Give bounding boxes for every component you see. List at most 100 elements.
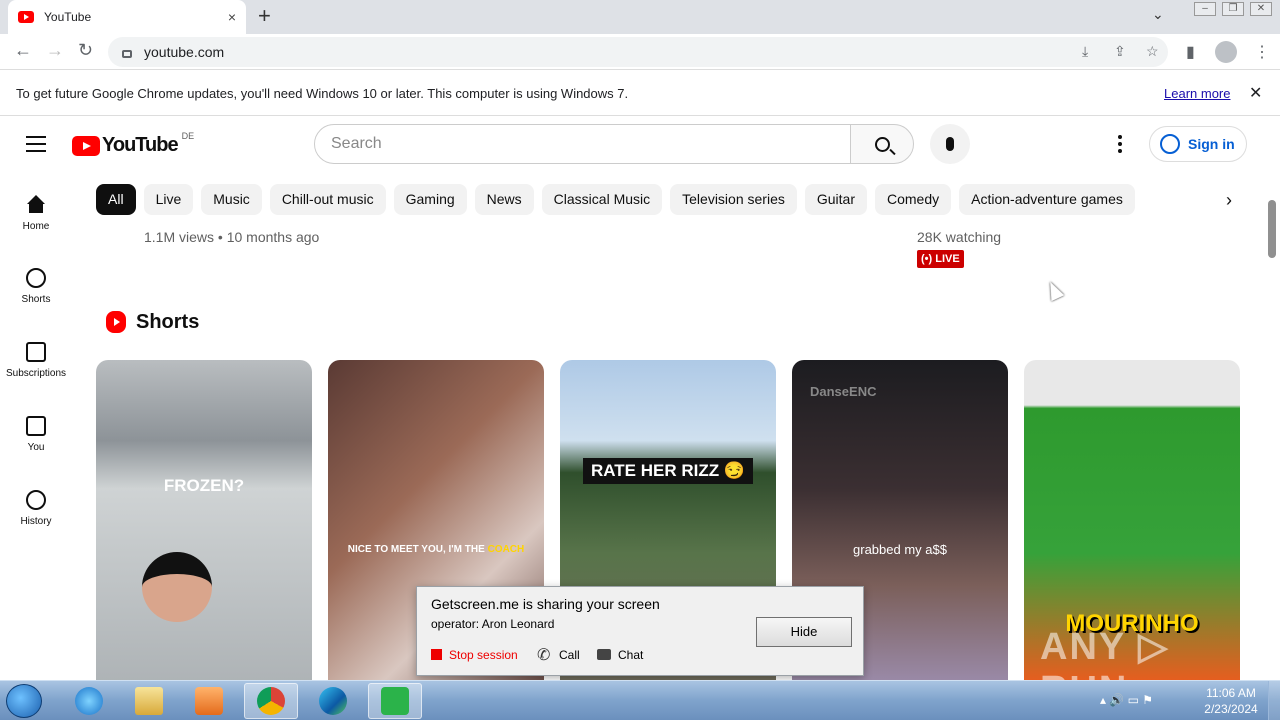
guide-history[interactable]: History [0, 490, 72, 527]
forward-icon[interactable]: → [46, 40, 64, 61]
window-controls: – ❐ ✕ [1194, 2, 1272, 16]
clock-time: 11:06 AM [1206, 686, 1256, 700]
new-tab-button[interactable]: + [258, 5, 271, 27]
short-thumbnail[interactable]: FROZEN? [96, 360, 312, 682]
tab-close-icon[interactable]: × [228, 9, 236, 25]
youtube-masthead: YouTube DE Search Sign in [0, 116, 1280, 172]
chip-television-series[interactable]: Television series [670, 184, 797, 215]
guide-shorts[interactable]: Shorts [0, 268, 72, 305]
guide-you[interactable]: You [0, 416, 72, 453]
profile-avatar-icon[interactable] [1215, 41, 1237, 63]
windows-taskbar: ▴ 🔊 ▭ ⚑ 11:06 AM 2/23/2024 [0, 680, 1280, 720]
chat-link[interactable]: Chat [618, 648, 643, 662]
chip-news[interactable]: News [474, 184, 534, 215]
hide-button[interactable]: Hide [756, 617, 852, 647]
side-panel-icon[interactable]: ▮ [1186, 42, 1195, 62]
chip-action-adventure-games[interactable]: Action-adventure games [959, 184, 1135, 215]
phone-icon[interactable]: ✆ [537, 645, 550, 665]
bookmark-star-icon[interactable]: ☆ [1146, 43, 1159, 60]
dialog-title: Getscreen.me is sharing your screen [431, 596, 660, 612]
video-meta: 1.1M views • 10 months ago [144, 229, 320, 245]
restore-button[interactable]: ❐ [1222, 2, 1244, 16]
chrome-icon [257, 687, 285, 715]
back-icon[interactable]: ← [14, 40, 32, 61]
chat-bubble-icon[interactable] [597, 649, 611, 660]
url-text: youtube.com [144, 44, 225, 60]
youtube-logo[interactable]: YouTube DE [72, 131, 194, 157]
search-button[interactable] [850, 124, 914, 164]
microphone-icon [946, 137, 954, 151]
folder-icon [135, 687, 163, 715]
swimmer-head [142, 552, 212, 622]
anyrun-watermark: ANY ▷ RUN [1040, 626, 1170, 682]
subscriptions-icon [26, 342, 46, 362]
settings-more-icon[interactable] [1118, 135, 1122, 156]
chrome-menu-icon[interactable]: ⋮ [1254, 42, 1270, 62]
guide-label: History [20, 516, 52, 527]
you-icon [26, 416, 46, 436]
taskbar-media-player[interactable] [182, 683, 236, 719]
window-close-button[interactable]: ✕ [1250, 2, 1272, 16]
guide-home[interactable]: Home [0, 195, 72, 232]
clock-date: 2/23/2024 [1204, 702, 1258, 716]
stop-session-link[interactable]: Stop session [449, 648, 518, 662]
learn-more-link[interactable]: Learn more [1164, 86, 1230, 101]
chip-music[interactable]: Music [201, 184, 262, 215]
taskbar-file-explorer[interactable] [122, 683, 176, 719]
call-link[interactable]: Call [559, 648, 580, 662]
live-badge-label: LIVE [935, 253, 960, 265]
taskbar-internet-explorer[interactable] [62, 683, 116, 719]
guide-subscriptions[interactable]: Subscriptions [0, 342, 72, 379]
short-caption: grabbed my a$$ [853, 542, 947, 557]
browser-tab-youtube[interactable]: YouTube × [8, 0, 246, 34]
chip-live[interactable]: Live [143, 184, 194, 215]
install-app-icon[interactable]: ⤓ [1082, 43, 1088, 60]
lock-icon[interactable] [122, 50, 132, 58]
voice-search-button[interactable] [930, 124, 970, 164]
address-bar[interactable]: youtube.com [108, 37, 1168, 67]
chip-guitar[interactable]: Guitar [804, 184, 867, 215]
page-scrollbar[interactable] [1268, 200, 1276, 258]
update-infobar: To get future Google Chrome updates, you… [0, 71, 1280, 116]
short-caption: RATE HER RIZZ 😏 [560, 458, 776, 484]
taskbar-clock[interactable]: 11:06 AM 2/23/2024 [1196, 685, 1266, 717]
taskbar-chrome[interactable] [244, 683, 298, 719]
screen: YouTube × + ⌄ – ❐ ✕ ← → ↻ youtube.com ⤓ … [0, 0, 1280, 720]
infobar-message: To get future Google Chrome updates, you… [16, 86, 629, 101]
taskbar-edge[interactable] [306, 683, 360, 719]
youtube-play-icon [72, 135, 100, 156]
show-desktop-button[interactable] [1268, 681, 1280, 720]
screenshare-dialog: Getscreen.me is sharing your screen oper… [416, 586, 864, 676]
search-input[interactable]: Search [314, 124, 852, 164]
share-icon[interactable]: ⇪ [1114, 43, 1126, 60]
menu-icon[interactable] [26, 136, 46, 152]
sign-in-button[interactable]: Sign in [1149, 126, 1247, 162]
getscreen-icon [381, 687, 409, 715]
live-watching-count: 28K watching [917, 229, 1002, 245]
logo-wordmark: YouTube [102, 134, 179, 156]
system-tray-icons[interactable]: ▴ 🔊 ▭ ⚑ [1100, 693, 1153, 707]
minimize-button[interactable]: – [1194, 2, 1216, 16]
taskbar-getscreen[interactable] [368, 683, 422, 719]
chips-next-icon[interactable]: › [1226, 190, 1232, 211]
search-icon [874, 136, 890, 152]
tab-search-icon[interactable]: ⌄ [1152, 6, 1164, 23]
chip-comedy[interactable]: Comedy [874, 184, 952, 215]
short-thumbnail[interactable]: MOURINHO ANY ▷ RUN [1024, 360, 1240, 682]
home-icon [26, 195, 46, 215]
internet-explorer-icon [75, 687, 103, 715]
start-button[interactable] [6, 684, 42, 718]
edge-icon [319, 687, 347, 715]
shorts-section-title: Shorts [136, 311, 200, 333]
youtube-favicon-icon [18, 11, 34, 23]
chip-all[interactable]: All [96, 184, 136, 215]
reload-icon[interactable]: ↻ [78, 40, 93, 61]
chip-classical-music[interactable]: Classical Music [541, 184, 663, 215]
stop-icon[interactable] [431, 649, 442, 660]
category-chips: All Live Music Chill-out music Gaming News Cla… [96, 184, 1206, 216]
guide-label: Subscriptions [5, 368, 67, 379]
sign-in-label: Sign in [1188, 136, 1235, 152]
chip-chill-out-music[interactable]: Chill-out music [269, 184, 386, 215]
infobar-close-icon[interactable]: ✕ [1249, 83, 1262, 103]
chip-gaming[interactable]: Gaming [393, 184, 467, 215]
